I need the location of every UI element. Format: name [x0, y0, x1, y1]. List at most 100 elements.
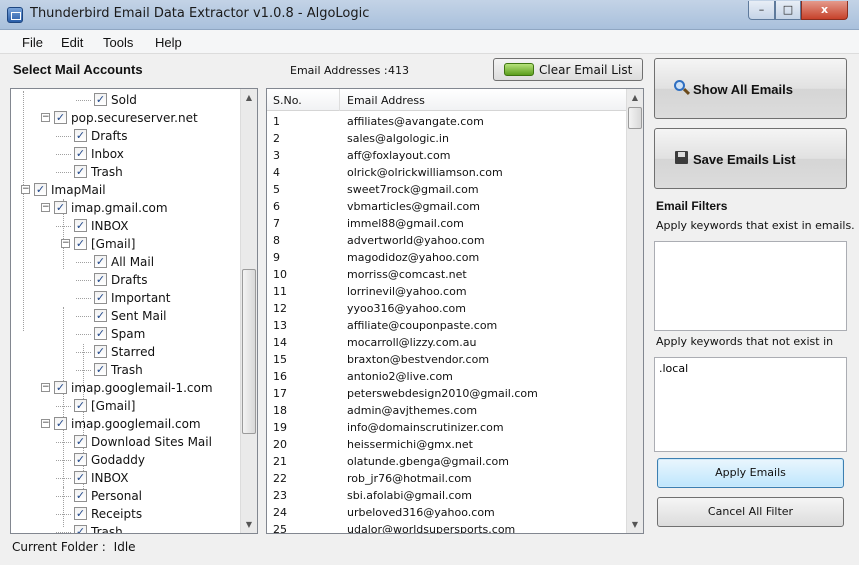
table-row[interactable]: 10 morriss@comcast.net	[267, 266, 627, 283]
table-row[interactable]: 7 immel88@gmail.com	[267, 215, 627, 232]
tree-node[interactable]: − ✓ imap.googlemail.com	[11, 415, 241, 433]
table-row[interactable]: 20 heissermichi@gmx.net	[267, 436, 627, 453]
include-keywords-input[interactable]	[654, 241, 847, 331]
tree-node[interactable]: − ✓ ImapMail	[11, 181, 241, 199]
minimize-button[interactable]: –	[748, 1, 775, 20]
tree-checkbox[interactable]: ✓	[34, 183, 47, 196]
tree-checkbox[interactable]: ✓	[54, 201, 67, 214]
table-row[interactable]: 11 lorrinevil@yahoo.com	[267, 283, 627, 300]
column-header-email[interactable]: Email Address	[347, 94, 425, 107]
cancel-all-filter-button[interactable]: Cancel All Filter	[657, 497, 844, 527]
tree-node[interactable]: ✓ Drafts	[11, 271, 241, 289]
scroll-down-arrow-icon[interactable]: ▼	[241, 516, 257, 533]
table-row[interactable]: 4 olrick@olrickwilliamson.com	[267, 164, 627, 181]
tree-checkbox[interactable]: ✓	[74, 435, 87, 448]
show-all-emails-button[interactable]: Show All Emails	[654, 58, 847, 119]
menu-help[interactable]: Help	[155, 35, 182, 50]
tree-node[interactable]: ✓ Trash	[11, 361, 241, 379]
email-list[interactable]: S.No. Email Address 1 affiliates@avangate…	[266, 88, 644, 534]
save-emails-list-button[interactable]: Save Emails List	[654, 128, 847, 189]
tree-node[interactable]: ✓ Godaddy	[11, 451, 241, 469]
tree-node[interactable]: ✓ Sold	[11, 91, 241, 109]
scroll-up-arrow-icon[interactable]: ▲	[627, 89, 643, 106]
tree-expander-icon[interactable]: −	[41, 383, 50, 392]
tree-node[interactable]: ✓ Trash	[11, 163, 241, 181]
tree-node[interactable]: ✓ Important	[11, 289, 241, 307]
tree-node[interactable]: ✓ Receipts	[11, 505, 241, 523]
tree-expander-icon[interactable]: −	[41, 113, 50, 122]
tree-checkbox[interactable]: ✓	[94, 363, 107, 376]
tree-node[interactable]: − ✓ imap.googlemail-1.com	[11, 379, 241, 397]
table-row[interactable]: 25 udalor@worldsupersports.com	[267, 521, 627, 533]
menu-edit[interactable]: Edit	[61, 35, 83, 50]
email-list-scrollbar[interactable]: ▲ ▼	[626, 89, 643, 533]
tree-node[interactable]: − ✓ pop.secureserver.net	[11, 109, 241, 127]
tree-checkbox[interactable]: ✓	[74, 399, 87, 412]
table-row[interactable]: 23 sbi.afolabi@gmail.com	[267, 487, 627, 504]
column-header-sno[interactable]: S.No.	[273, 94, 302, 107]
tree-node[interactable]: ✓ Drafts	[11, 127, 241, 145]
menu-tools[interactable]: Tools	[103, 35, 133, 50]
scroll-down-arrow-icon[interactable]: ▼	[627, 516, 643, 533]
table-row[interactable]: 3 aff@foxlayout.com	[267, 147, 627, 164]
table-row[interactable]: 2 sales@algologic.in	[267, 130, 627, 147]
tree-expander-icon[interactable]: −	[21, 185, 30, 194]
tree-scrollbar[interactable]: ▲ ▼	[240, 89, 257, 533]
table-row[interactable]: 22 rob_jr76@hotmail.com	[267, 470, 627, 487]
scroll-up-arrow-icon[interactable]: ▲	[241, 89, 257, 106]
clear-email-list-button[interactable]: Clear Email List	[493, 58, 643, 81]
tree-checkbox[interactable]: ✓	[54, 111, 67, 124]
tree-node[interactable]: ✓ Trash	[11, 523, 241, 533]
tree-expander-icon[interactable]: −	[41, 203, 50, 212]
tree-checkbox[interactable]: ✓	[74, 165, 87, 178]
tree-expander-icon[interactable]: −	[41, 419, 50, 428]
tree-node[interactable]: ✓ Inbox	[11, 145, 241, 163]
table-row[interactable]: 19 info@domainscrutinizer.com	[267, 419, 627, 436]
tree-checkbox[interactable]: ✓	[94, 327, 107, 340]
tree-node[interactable]: ✓ INBOX	[11, 469, 241, 487]
close-button[interactable]: x	[801, 1, 848, 20]
table-row[interactable]: 16 antonio2@live.com	[267, 368, 627, 385]
table-row[interactable]: 17 peterswebdesign2010@gmail.com	[267, 385, 627, 402]
tree-checkbox[interactable]: ✓	[74, 147, 87, 160]
tree-checkbox[interactable]: ✓	[74, 237, 87, 250]
table-row[interactable]: 1 affiliates@avangate.com	[267, 113, 627, 130]
column-separator[interactable]	[339, 89, 340, 111]
tree-checkbox[interactable]: ✓	[74, 489, 87, 502]
tree-checkbox[interactable]: ✓	[94, 345, 107, 358]
tree-checkbox[interactable]: ✓	[74, 129, 87, 142]
tree-node[interactable]: ✓ Sent Mail	[11, 307, 241, 325]
tree-checkbox[interactable]: ✓	[94, 255, 107, 268]
tree-node[interactable]: ✓ INBOX	[11, 217, 241, 235]
table-row[interactable]: 13 affiliate@couponpaste.com	[267, 317, 627, 334]
tree-checkbox[interactable]: ✓	[54, 381, 67, 394]
tree-node[interactable]: ✓ Download Sites Mail	[11, 433, 241, 451]
mail-accounts-tree[interactable]: ✓ Sold − ✓ pop.secureserver.net ✓ Drafts ✓ Inbox…	[10, 88, 258, 534]
menu-file[interactable]: File	[22, 35, 43, 50]
exclude-keywords-input[interactable]: .local	[654, 357, 847, 452]
table-row[interactable]: 15 braxton@bestvendor.com	[267, 351, 627, 368]
table-row[interactable]: 24 urbeloved316@yahoo.com	[267, 504, 627, 521]
table-row[interactable]: 6 vbmarticles@gmail.com	[267, 198, 627, 215]
table-row[interactable]: 12 yyoo316@yahoo.com	[267, 300, 627, 317]
tree-checkbox[interactable]: ✓	[74, 471, 87, 484]
table-row[interactable]: 9 magodidoz@yahoo.com	[267, 249, 627, 266]
table-row[interactable]: 18 admin@avjthemes.com	[267, 402, 627, 419]
table-row[interactable]: 5 sweet7rock@gmail.com	[267, 181, 627, 198]
table-row[interactable]: 8 advertworld@yahoo.com	[267, 232, 627, 249]
tree-node[interactable]: ✓ All Mail	[11, 253, 241, 271]
tree-checkbox[interactable]: ✓	[74, 453, 87, 466]
tree-node[interactable]: ✓ [Gmail]	[11, 397, 241, 415]
apply-emails-button[interactable]: Apply Emails	[657, 458, 844, 488]
tree-expander-icon[interactable]: −	[61, 239, 70, 248]
tree-checkbox[interactable]: ✓	[94, 93, 107, 106]
tree-node[interactable]: ✓ Starred	[11, 343, 241, 361]
table-row[interactable]: 14 mocarroll@lizzy.com.au	[267, 334, 627, 351]
tree-checkbox[interactable]: ✓	[54, 417, 67, 430]
tree-node[interactable]: ✓ Spam	[11, 325, 241, 343]
tree-node[interactable]: − ✓ imap.gmail.com	[11, 199, 241, 217]
tree-checkbox[interactable]: ✓	[74, 507, 87, 520]
email-list-scroll-thumb[interactable]	[628, 107, 642, 129]
maximize-button[interactable]: □	[775, 1, 801, 20]
tree-checkbox[interactable]: ✓	[94, 291, 107, 304]
